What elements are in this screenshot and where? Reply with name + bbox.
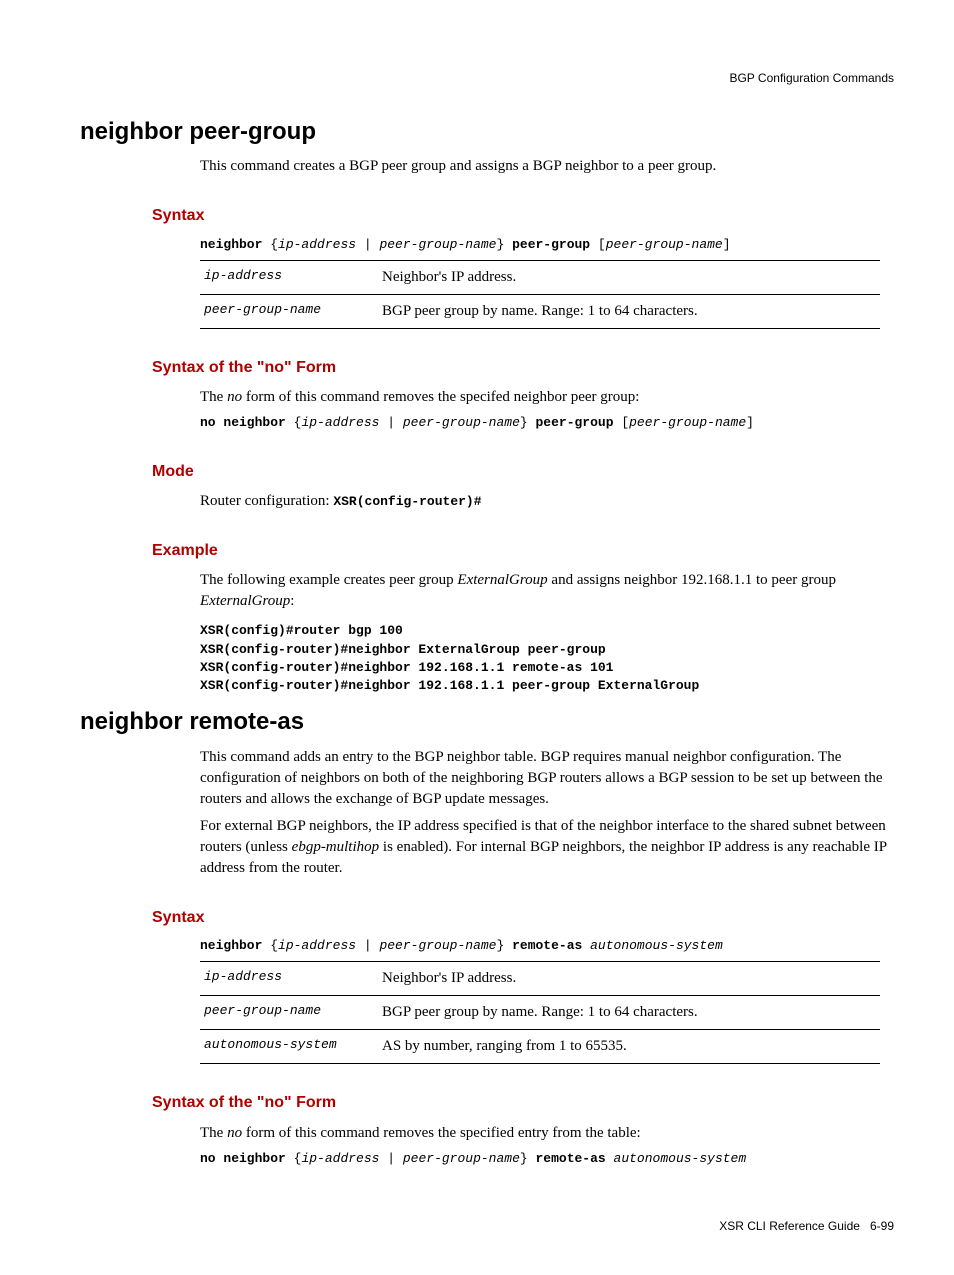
param-desc: Neighbor's IP address.: [378, 260, 880, 294]
command-desc2: For external BGP neighbors, the IP addre…: [200, 816, 894, 879]
syntax-arg: ip-address: [301, 1151, 379, 1166]
syntax-pipe: |: [356, 237, 379, 252]
syntax-pipe: |: [379, 415, 402, 430]
footer-page: 6-99: [870, 1219, 894, 1233]
param-desc: BGP peer group by name. Range: 1 to 64 c…: [378, 996, 880, 1030]
syntax-arg: peer-group-name: [629, 415, 746, 430]
text: and assigns neighbor 192.168.1.1 to peer…: [548, 572, 836, 588]
syntax-brace: }: [520, 1151, 536, 1166]
table-row: peer-group-name BGP peer group by name. …: [200, 996, 880, 1030]
syntax-heading: Syntax: [152, 907, 894, 929]
ebgp-italic: ebgp-multihop: [292, 839, 380, 855]
mode-pre: Router configuration:: [200, 493, 333, 509]
syntax-arg: peer-group-name: [606, 237, 723, 252]
syntax-kw: peer-group: [536, 415, 614, 430]
syntax-arg: autonomous-system: [614, 1151, 747, 1166]
command-title-remote-as: neighbor remote-as: [80, 705, 894, 739]
syntax-brace: {: [262, 938, 278, 953]
table-row: peer-group-name BGP peer group by name. …: [200, 294, 880, 328]
syntax-brace: {: [286, 415, 302, 430]
param-name: peer-group-name: [200, 294, 378, 328]
syntax-kw: no neighbor: [200, 415, 286, 430]
syntax-line: neighbor {ip-address | peer-group-name} …: [200, 236, 894, 254]
syntax-arg: peer-group-name: [403, 415, 520, 430]
text: :: [290, 593, 294, 609]
syntax-bracket: [: [614, 415, 630, 430]
syntax-arg: autonomous-system: [590, 938, 723, 953]
footer-book: XSR CLI Reference Guide: [719, 1219, 860, 1233]
param-name: autonomous-system: [200, 1030, 378, 1064]
syntax-brace: {: [286, 1151, 302, 1166]
no-form-heading: Syntax of the "no" Form: [152, 357, 894, 379]
table-row: ip-address Neighbor's IP address.: [200, 962, 880, 996]
syntax-brace: }: [496, 237, 512, 252]
text: form of this command removes the specife…: [242, 389, 639, 405]
text: The following example creates peer group: [200, 572, 457, 588]
no-italic: no: [227, 389, 242, 405]
example-group: ExternalGroup: [200, 593, 290, 609]
mode-prompt: XSR(config-router)#: [333, 494, 481, 509]
syntax-bracket: [: [590, 237, 606, 252]
syntax-brace: }: [520, 415, 536, 430]
no-syntax-line: no neighbor {ip-address | peer-group-nam…: [200, 1150, 894, 1168]
example-desc: The following example creates peer group…: [200, 570, 894, 612]
no-form-desc: The no form of this command removes the …: [200, 387, 894, 408]
syntax-brace: }: [496, 938, 512, 953]
mode-line: Router configuration: XSR(config-router)…: [200, 491, 894, 512]
table-row: autonomous-system AS by number, ranging …: [200, 1030, 880, 1064]
syntax-space: [582, 938, 590, 953]
text: The: [200, 1125, 227, 1141]
param-name: ip-address: [200, 260, 378, 294]
syntax-arg: ip-address: [278, 237, 356, 252]
param-desc: BGP peer group by name. Range: 1 to 64 c…: [378, 294, 880, 328]
syntax-space: [606, 1151, 614, 1166]
syntax-kw: no neighbor: [200, 1151, 286, 1166]
syntax-pipe: |: [379, 1151, 402, 1166]
text: form of this command removes the specifi…: [242, 1125, 641, 1141]
syntax-heading: Syntax: [152, 205, 894, 227]
example-code: XSR(config)#router bgp 100 XSR(config-ro…: [200, 622, 894, 695]
no-syntax-line: no neighbor {ip-address | peer-group-nam…: [200, 414, 894, 432]
syntax-bracket: ]: [746, 415, 754, 430]
syntax-kw: neighbor: [200, 938, 262, 953]
command-desc: This command creates a BGP peer group an…: [200, 156, 894, 177]
table-row: ip-address Neighbor's IP address.: [200, 260, 880, 294]
page-section-header: BGP Configuration Commands: [80, 70, 894, 87]
syntax-kw: peer-group: [512, 237, 590, 252]
param-desc: AS by number, ranging from 1 to 65535.: [378, 1030, 880, 1064]
syntax-arg: ip-address: [278, 938, 356, 953]
example-group: ExternalGroup: [457, 572, 547, 588]
syntax-bracket: ]: [723, 237, 731, 252]
syntax-arg: peer-group-name: [403, 1151, 520, 1166]
syntax-line: neighbor {ip-address | peer-group-name} …: [200, 937, 894, 955]
text: The: [200, 389, 227, 405]
no-form-desc: The no form of this command removes the …: [200, 1123, 894, 1144]
command-desc: This command adds an entry to the BGP ne…: [200, 747, 894, 810]
param-name: peer-group-name: [200, 996, 378, 1030]
command-title-peer-group: neighbor peer-group: [80, 115, 894, 149]
syntax-kw: remote-as: [512, 938, 582, 953]
syntax-kw: neighbor: [200, 237, 262, 252]
no-italic: no: [227, 1125, 242, 1141]
example-heading: Example: [152, 540, 894, 562]
mode-heading: Mode: [152, 461, 894, 483]
page-footer: XSR CLI Reference Guide 6-99: [80, 1218, 894, 1235]
param-table: ip-address Neighbor's IP address. peer-g…: [200, 961, 880, 1064]
syntax-arg: peer-group-name: [379, 938, 496, 953]
param-desc: Neighbor's IP address.: [378, 962, 880, 996]
param-table: ip-address Neighbor's IP address. peer-g…: [200, 260, 880, 329]
syntax-brace: {: [262, 237, 278, 252]
syntax-pipe: |: [356, 938, 379, 953]
no-form-heading: Syntax of the "no" Form: [152, 1092, 894, 1114]
syntax-kw: remote-as: [536, 1151, 606, 1166]
param-name: ip-address: [200, 962, 378, 996]
syntax-arg: ip-address: [301, 415, 379, 430]
syntax-arg: peer-group-name: [379, 237, 496, 252]
